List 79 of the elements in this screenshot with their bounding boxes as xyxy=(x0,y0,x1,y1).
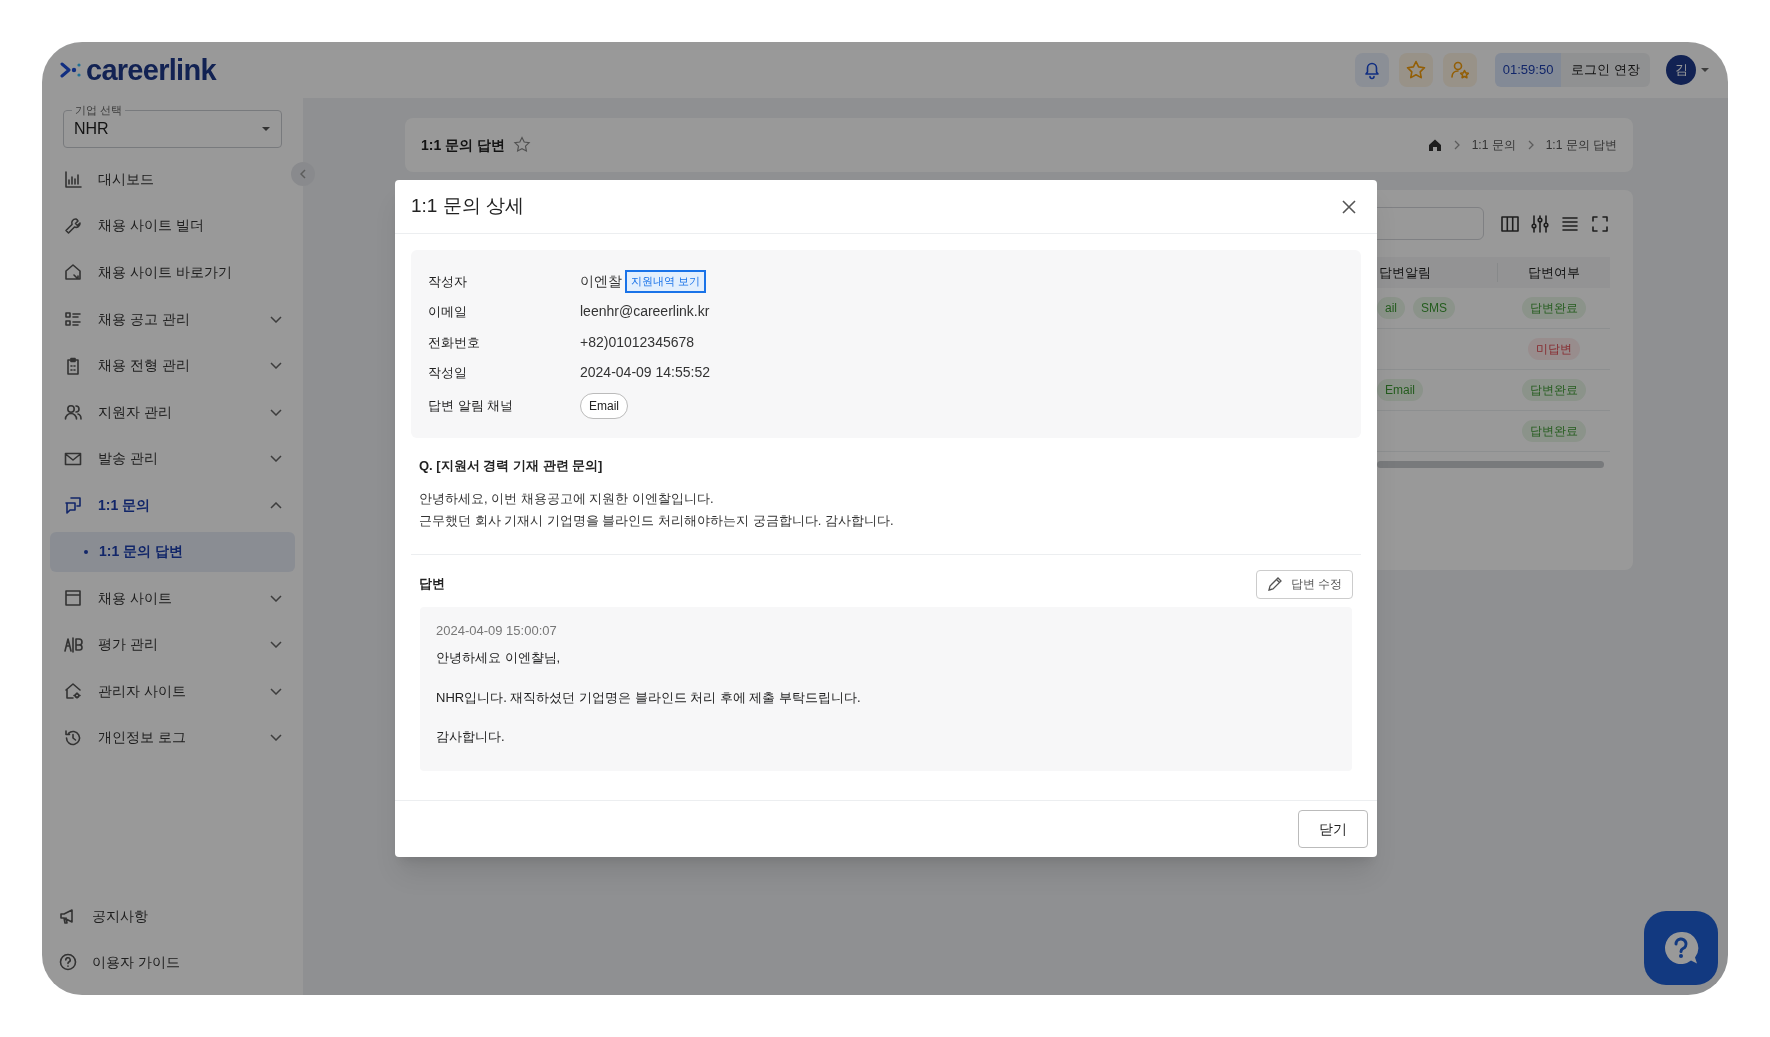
answer-text: 안녕하세요 이엔챨님, xyxy=(436,649,562,667)
question-text: 근무했던 회사 기재시 기업명을 블라인드 처리해야하는지 궁금합니다. 감사합니다. xyxy=(419,511,895,530)
chevron-right-icon xyxy=(1453,140,1460,150)
sidebar-footer-link[interactable]: 이용자 가이드 xyxy=(42,939,303,985)
sidebar-item[interactable]: 발송 관리 xyxy=(52,435,293,483)
dialog-title: 1:1 문의 상세 xyxy=(411,194,524,219)
field-label: 답변 알림 채널 xyxy=(428,397,515,416)
channel-tag: ail xyxy=(1377,297,1405,319)
breadcrumb-link[interactable]: 1:1 문의 답변 xyxy=(1545,136,1617,154)
sidebar-item[interactable]: 개인정보 로그 xyxy=(52,714,293,762)
sidebar-item[interactable]: 지원자 관리 xyxy=(52,388,293,436)
question-text: 안녕하세요, 이번 채용공고에 지원한 이엔찰입니다. xyxy=(419,489,715,508)
breadcrumb-link[interactable]: 1:1 문의 xyxy=(1471,136,1516,154)
help-button[interactable] xyxy=(1644,911,1718,985)
sidebar-footer-link[interactable]: 공지사항 xyxy=(42,893,303,939)
answer-text: NHR입니다. 재직하셨던 기업명은 블라인드 처리 후에 제출 부탁드립니다. xyxy=(436,688,862,707)
history-icon xyxy=(63,727,83,748)
notifications-button[interactable] xyxy=(1354,53,1389,87)
caret-icon xyxy=(261,126,271,132)
chevron-left-icon xyxy=(300,169,306,179)
channel-tag: SMS xyxy=(1413,297,1456,319)
caret-icon xyxy=(1700,67,1710,73)
column-header: 답변알림 xyxy=(1378,263,1432,282)
chat-icon xyxy=(63,495,83,516)
users-icon xyxy=(63,402,83,423)
question-title: Q. [지원서 경력 기재 관련 문의] xyxy=(419,457,604,475)
split-icon xyxy=(63,634,83,655)
status-tag: 미답변 xyxy=(1527,338,1580,360)
field-label: 전화번호 xyxy=(428,333,481,352)
field-label: 이메일 xyxy=(428,303,468,321)
field-value: leenhr@careerlink.kr xyxy=(580,302,710,322)
sliders-icon[interactable] xyxy=(1530,213,1550,234)
session-timer: 01:59:50 xyxy=(1494,53,1562,87)
field-label: 작성일 xyxy=(428,364,468,382)
sidebar-item[interactable]: 1:1 문의 xyxy=(52,482,293,529)
columns-icon[interactable] xyxy=(1500,213,1520,234)
house-gear-icon xyxy=(63,681,83,702)
close-dialog-button[interactable]: 닫기 xyxy=(1298,810,1368,848)
window-icon xyxy=(63,588,83,609)
column-header: 답변여부 xyxy=(1497,262,1610,283)
sidebar-item[interactable]: 채용 사이트 빌더 xyxy=(52,202,293,250)
channel-tag: Email xyxy=(1377,379,1423,401)
logo-text: careerlink xyxy=(86,55,216,85)
sidebar-item[interactable]: 평가 관리 xyxy=(52,621,293,668)
field-label: 작성자 xyxy=(428,272,468,291)
wrench-icon xyxy=(63,215,83,236)
sidebar-item[interactable]: 대시보드 xyxy=(52,156,293,203)
applications-link[interactable]: 지원내역 보기 xyxy=(625,270,707,293)
field-value: +82)01012345678 xyxy=(580,332,695,352)
house-arrow-icon xyxy=(63,262,83,283)
answer-label: 답변 xyxy=(419,575,445,594)
star-icon xyxy=(1404,59,1427,81)
sidebar-item[interactable]: 관리자 사이트 xyxy=(52,667,293,715)
status-tag: 답변완료 xyxy=(1521,297,1586,319)
field-value: 이엔찰 xyxy=(580,271,622,291)
sidebar-subitem[interactable]: 1:1 문의 답변 xyxy=(50,531,295,572)
user-star-icon xyxy=(1448,59,1471,81)
star-icon[interactable] xyxy=(513,136,531,154)
pencil-icon xyxy=(1266,576,1283,592)
sidebar-item[interactable]: 채용 전형 관리 xyxy=(52,342,293,389)
page-title: 1:1 문의 답변 xyxy=(421,135,505,155)
chevron-right-icon xyxy=(1527,140,1534,150)
close-icon xyxy=(1342,199,1356,214)
scrollbar[interactable] xyxy=(1377,461,1604,468)
answer-text: 감사합니다. xyxy=(436,728,506,746)
fullscreen-icon[interactable] xyxy=(1590,213,1610,234)
sidebar-item[interactable]: 채용 사이트 바로가기 xyxy=(52,249,293,296)
sidebar-item[interactable]: 채용 사이트 xyxy=(52,574,293,622)
extend-login-button[interactable]: 로그인 연장 xyxy=(1561,53,1650,87)
field-value: 2024-04-09 14:55:52 xyxy=(580,363,710,383)
sidebar-item[interactable]: 채용 공고 관리 xyxy=(52,295,293,343)
edit-answer-button[interactable]: 답변 수정 xyxy=(1255,569,1353,599)
chart-icon xyxy=(63,169,83,190)
status-tag: 답변완료 xyxy=(1521,420,1586,442)
home-icon[interactable] xyxy=(1427,138,1442,152)
status-tag: 답변완료 xyxy=(1521,379,1586,401)
answer-date: 2024-04-09 15:00:07 xyxy=(436,621,558,640)
help-circle-icon xyxy=(58,952,78,972)
channel-tag: Email xyxy=(580,393,628,419)
